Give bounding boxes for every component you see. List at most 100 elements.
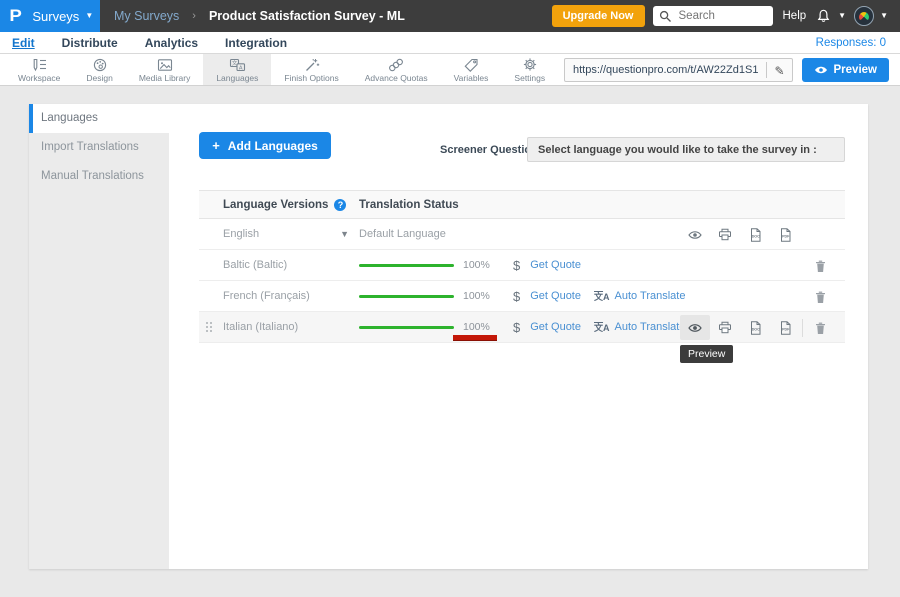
translate-icon: 文A [594,290,610,303]
preview-eye-button[interactable] [680,222,710,247]
delete-language-button[interactable] [805,284,835,309]
doc-file-icon: DOC [749,321,762,335]
surveys-product-menu[interactable]: P Surveys ▼ [0,0,100,32]
screener-question-select[interactable]: Select language you would like to take t… [527,137,845,162]
doc-file-icon: DOC [749,228,762,242]
questionpro-logo: P [9,6,21,26]
language-versions-table: Language Versions ? Translation Status E… [199,190,845,343]
chain-links-icon [388,58,404,72]
chevron-down-icon[interactable]: ▼ [340,229,359,239]
auto-translate-link[interactable]: Auto Translate [615,290,686,302]
chevron-down-icon: ▼ [85,12,93,20]
add-languages-button[interactable]: + Add Languages [199,132,331,159]
translate-icon: 文 A [229,58,246,72]
translation-percent: 100% [463,290,494,302]
svg-text:PDF: PDF [782,234,790,238]
search-input[interactable] [677,9,763,23]
trash-icon [814,321,827,335]
help-link[interactable]: Help [783,10,807,22]
palette-icon [92,58,108,72]
upgrade-now-button[interactable]: Upgrade Now [552,5,645,27]
delete-language-button[interactable] [805,253,835,278]
row-actions [805,281,835,312]
survey-title: Product Satisfaction Survey - ML [209,9,405,23]
column-translation-status: Translation Status [359,199,459,211]
svg-text:DOC: DOC [751,234,759,238]
toolbar-item-workspace[interactable]: Workspace [5,54,73,85]
survey-url[interactable]: https://questionpro.com/t/AW22Zd1S1 [565,64,766,76]
product-name: Surveys [32,9,79,24]
preview-tooltip: Preview [680,345,733,363]
auto-translate-link[interactable]: Auto Translate [615,321,686,333]
export-pdf-button[interactable]: PDF [770,315,800,340]
avatar [854,6,874,26]
breadcrumb-my-surveys[interactable]: My Surveys [114,9,179,23]
tab-analytics[interactable]: Analytics [145,36,198,50]
table-row-french: French (Français) 100% $ Get Quote 文A Au… [199,281,845,312]
trash-icon [814,290,827,304]
export-doc-button[interactable]: DOC [740,222,770,247]
edit-url-icon[interactable]: ✎ [766,62,791,78]
toolbar-item-media-library[interactable]: Media Library [126,54,204,85]
sidebar-item-import-translations[interactable]: Import Translations [29,133,169,162]
workspace-icon [31,58,47,72]
row-actions: DOC PDF [680,219,835,250]
svg-text:A: A [239,65,243,71]
survey-url-box: https://questionpro.com/t/AW22Zd1S1 ✎ [564,58,793,82]
survey-toolbar: Workspace Design Media Library 文 A Langu… [0,54,900,86]
help-icon[interactable]: ? [334,199,346,211]
print-button[interactable] [710,315,740,340]
toolbar-item-design[interactable]: Design [73,54,125,85]
export-pdf-button[interactable]: PDF [770,222,800,247]
drag-handle-icon[interactable] [206,322,214,333]
printer-icon [718,228,732,241]
translation-percent: 100% [463,259,494,271]
language-name-cell: Baltic (Baltic) [223,259,359,271]
notifications-menu[interactable]: ▼ [815,8,846,24]
toolbar-item-variables[interactable]: Variables [441,54,502,85]
export-doc-button[interactable]: DOC [740,315,770,340]
breadcrumb-separator-icon: › [192,10,196,22]
dollar-icon[interactable]: $ [513,320,520,335]
table-row-english: English ▼ Default Language [199,219,845,250]
get-quote-link[interactable]: Get Quote [530,321,581,333]
tab-edit[interactable]: Edit [12,36,35,50]
toolbar-item-finish-options[interactable]: Finish Options [271,54,351,85]
magic-wand-icon [304,58,320,72]
red-underline-annotation [453,335,497,340]
toolbar-item-advance-quotas[interactable]: Advance Quotas [352,54,441,85]
pdf-file-icon: PDF [779,321,792,335]
get-quote-link[interactable]: Get Quote [530,290,581,302]
toolbar-item-settings[interactable]: Settings [501,54,558,85]
sidebar-item-languages[interactable]: Languages [29,104,169,133]
account-menu[interactable]: ▼ [854,6,888,26]
plus-icon: + [212,138,220,153]
preview-eye-button[interactable] [680,315,710,340]
print-button[interactable] [710,222,740,247]
preview-button[interactable]: Preview [802,58,889,82]
languages-panel: Languages Import Translations Manual Tra… [29,104,868,569]
search-box[interactable] [653,6,773,26]
translation-progress-bar [359,295,454,298]
language-name-cell: English ▼ [223,228,359,240]
toolbar-item-languages[interactable]: 文 A Languages [203,54,271,85]
row-actions [805,250,835,281]
empty-slot [805,222,835,247]
responses-count[interactable]: Responses: 0 [816,37,886,49]
sidebar-item-manual-translations[interactable]: Manual Translations [29,162,169,191]
translate-icon: 文A [594,321,610,334]
translation-progress-bar [359,326,454,329]
divider [802,319,803,337]
delete-language-button[interactable] [805,315,835,340]
bell-icon [815,8,832,24]
dollar-icon[interactable]: $ [513,258,520,273]
get-quote-link[interactable]: Get Quote [530,259,581,271]
dollar-icon[interactable]: $ [513,289,520,304]
trash-icon [814,259,827,273]
row-actions: DOC PDF [680,312,835,343]
section-tabbar: Edit Distribute Analytics Integration Re… [0,32,900,54]
tab-integration[interactable]: Integration [225,36,287,50]
languages-main: + Add Languages Screener Question : Sele… [169,104,868,569]
image-icon [157,58,173,72]
tab-distribute[interactable]: Distribute [62,36,118,50]
